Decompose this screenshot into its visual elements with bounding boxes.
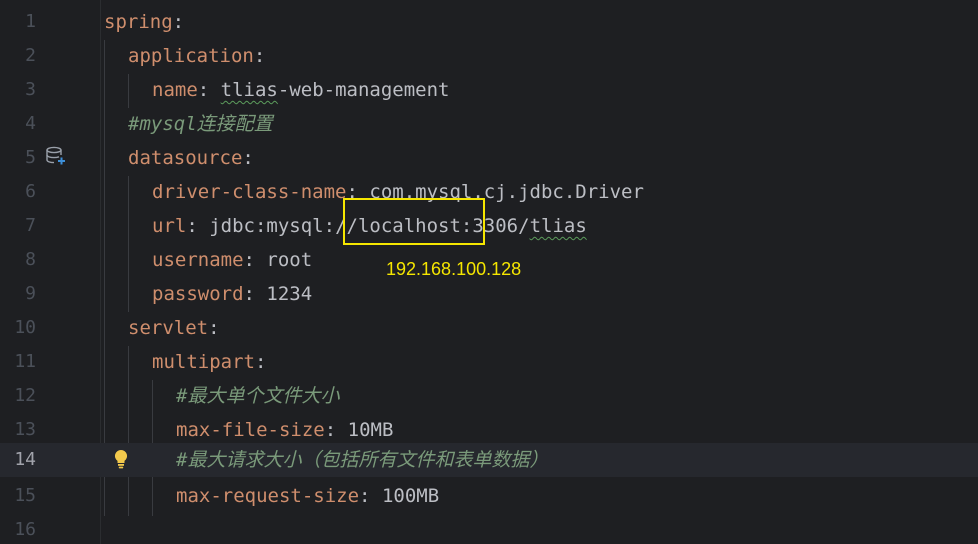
line-number[interactable]: 12 xyxy=(0,379,36,413)
yaml-key: driver-class-name xyxy=(152,181,347,203)
code-line[interactable]: 1 spring: xyxy=(0,5,978,39)
yaml-colon: : xyxy=(197,79,210,101)
code-line[interactable]: 6 driver-class-name: com.mysql.cj.jdbc.D… xyxy=(0,175,978,209)
yaml-key: username xyxy=(152,249,244,271)
line-number[interactable]: 5 xyxy=(0,141,36,175)
yaml-colon: : xyxy=(253,45,266,67)
line-number[interactable]: 3 xyxy=(0,73,36,107)
code-line[interactable]: 3 name: tlias-web-management xyxy=(0,73,978,107)
yaml-value: -web-management xyxy=(277,79,450,101)
yaml-value: 100MB xyxy=(381,485,440,507)
line-number[interactable]: 6 xyxy=(0,175,36,209)
yaml-colon: : xyxy=(242,147,254,169)
yaml-colon: : xyxy=(254,351,267,373)
highlight-box xyxy=(343,198,485,245)
code-line[interactable]: 5 datasource: xyxy=(0,141,978,175)
yaml-key: password xyxy=(152,283,244,305)
yaml-key: max-request-size xyxy=(176,485,360,507)
yaml-key: multipart xyxy=(152,351,255,373)
code-line[interactable]: 11 multipart: xyxy=(0,345,978,379)
yaml-value: tlias xyxy=(529,215,587,237)
lightbulb-icon[interactable] xyxy=(110,448,132,470)
yaml-value: tlias xyxy=(220,79,278,101)
line-number[interactable]: 1 xyxy=(0,5,36,39)
yaml-comment: #最大请求大小（包括所有文件和表单数据） xyxy=(176,449,549,471)
yaml-colon: : xyxy=(243,283,255,305)
yaml-key: application xyxy=(128,45,254,67)
yaml-value: jdbc:mysql: xyxy=(209,215,336,237)
yaml-colon: : xyxy=(186,215,198,237)
code-line[interactable]: 4 #mysql连接配置 xyxy=(0,107,978,141)
yaml-colon: : xyxy=(208,317,220,339)
code-line[interactable]: 10 servlet: xyxy=(0,311,978,345)
line-number[interactable]: 9 xyxy=(0,277,36,311)
code-line[interactable]: 2 application: xyxy=(0,39,978,73)
code-line[interactable]: 12 #最大单个文件大小 xyxy=(0,379,978,413)
database-icon[interactable] xyxy=(45,145,67,167)
line-number[interactable]: 2 xyxy=(0,39,36,73)
line-number[interactable]: 10 xyxy=(0,311,36,345)
yaml-value: 10MB xyxy=(347,419,394,441)
yaml-colon: : xyxy=(359,485,371,507)
line-number[interactable]: 16 xyxy=(0,513,36,544)
yaml-colon: : xyxy=(243,249,255,271)
code-line[interactable]: 15 max-request-size: 100MB xyxy=(0,479,978,513)
annotation-ip: 192.168.100.128 xyxy=(386,259,522,279)
line-number[interactable]: 4 xyxy=(0,107,36,141)
code-line[interactable]: 16 xyxy=(0,513,978,544)
code-line[interactable]: 13 max-file-size: 10MB xyxy=(0,413,978,447)
yaml-key: name xyxy=(152,79,198,101)
yaml-key: spring xyxy=(104,11,173,33)
yaml-key: url xyxy=(152,215,187,237)
yaml-colon: : xyxy=(324,419,337,441)
line-number[interactable]: 13 xyxy=(0,413,36,447)
code-editor[interactable]: 1 spring: 2 application: 3 name: tlias-w… xyxy=(0,0,978,544)
code-line[interactable]: 7 url: jdbc:mysql://localhost:3306/tlias xyxy=(0,209,978,243)
code-line-current[interactable]: 14 #最大请求大小（包括所有文件和表单数据） xyxy=(0,443,978,477)
line-number[interactable]: 14 xyxy=(0,443,36,477)
yaml-colon: : xyxy=(172,11,185,33)
line-number[interactable]: 15 xyxy=(0,479,36,513)
yaml-key: max-file-size xyxy=(176,419,325,441)
yaml-key: datasource xyxy=(128,147,243,169)
line-number[interactable]: 7 xyxy=(0,209,36,243)
yaml-value: 1234 xyxy=(266,283,313,305)
yaml-comment: #mysql连接配置 xyxy=(128,113,273,135)
line-number[interactable]: 11 xyxy=(0,345,36,379)
yaml-key: servlet xyxy=(128,317,209,339)
yaml-comment: #最大单个文件大小 xyxy=(176,385,340,407)
yaml-value: root xyxy=(266,249,313,271)
line-number[interactable]: 8 xyxy=(0,243,36,277)
code-line[interactable]: 9 password: 1234 xyxy=(0,277,978,311)
